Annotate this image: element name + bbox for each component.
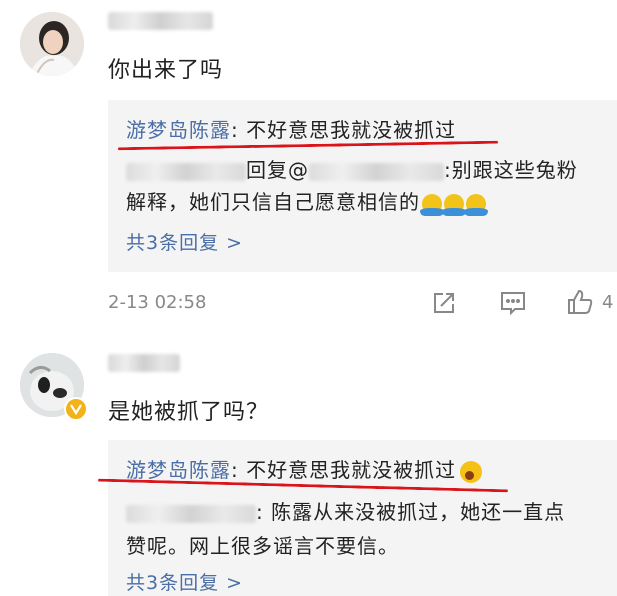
comment-item: 你出来了吗 游梦岛陈露: 不好意思我就没被抓过 回复@:别跟这些兔粉 解释，她们… bbox=[0, 0, 617, 340]
view-all-replies-link[interactable]: 共3条回复 > bbox=[126, 568, 243, 595]
comment-text: 是她被抓了吗？ bbox=[108, 400, 270, 425]
reply-line-2: 回复@:别跟这些兔粉 bbox=[126, 154, 578, 183]
reply-line-1: 游梦岛陈露: 不好意思我就没被抓过 bbox=[126, 454, 483, 483]
verified-badge-icon bbox=[64, 397, 88, 421]
like-button[interactable]: 4 bbox=[566, 288, 616, 318]
comment-timestamp: 2-13 02:58 bbox=[108, 292, 207, 313]
reply-preview[interactable]: 游梦岛陈露: 不好意思我就没被抓过 : 陈露从来没被抓过，她还一直点 赞呢。网上… bbox=[98, 440, 617, 596]
reply-author[interactable]: 游梦岛陈露 bbox=[126, 458, 231, 482]
username-redacted[interactable] bbox=[108, 354, 180, 372]
reply-preview[interactable]: 游梦岛陈露: 不好意思我就没被抓过 回复@:别跟这些兔粉 解释，她们只信自己愿意… bbox=[108, 100, 617, 272]
username-redacted[interactable] bbox=[108, 12, 213, 30]
reply-line-2: : 陈露从来没被抓过，她还一直点 bbox=[126, 496, 565, 525]
username-redacted[interactable] bbox=[126, 504, 256, 523]
emoji-icon bbox=[420, 193, 444, 216]
reply-line-3: 赞呢。网上很多谣言不要信。 bbox=[126, 534, 399, 558]
comment-item: 是她被抓了吗？ 游梦岛陈露: 不好意思我就没被抓过 : 陈露从来没被抓过，她还一… bbox=[0, 340, 617, 596]
reply-text: 不好意思我就没被抓过 bbox=[238, 118, 457, 142]
emoji-icon bbox=[464, 193, 488, 216]
reply-author[interactable]: 游梦岛陈露 bbox=[126, 118, 231, 142]
emoji-icon bbox=[442, 193, 466, 216]
username-redacted[interactable] bbox=[126, 162, 246, 181]
like-icon bbox=[568, 289, 593, 314]
yawn-emoji-icon bbox=[460, 460, 483, 483]
reply-line-1: 游梦岛陈露: 不好意思我就没被抓过 bbox=[126, 118, 457, 142]
comment-icon[interactable] bbox=[499, 290, 527, 316]
reply-text: 不好意思我就没被抓过 bbox=[238, 458, 457, 482]
like-count: 4 bbox=[602, 292, 614, 313]
mention-redacted[interactable] bbox=[309, 162, 444, 181]
share-icon[interactable] bbox=[431, 290, 457, 316]
comment-text: 你出来了吗 bbox=[108, 58, 224, 83]
reply-line-3: 解释，她们只信自己愿意相信的 bbox=[126, 186, 488, 216]
avatar[interactable] bbox=[20, 12, 84, 76]
view-all-replies-link[interactable]: 共3条回复 > bbox=[126, 228, 243, 255]
